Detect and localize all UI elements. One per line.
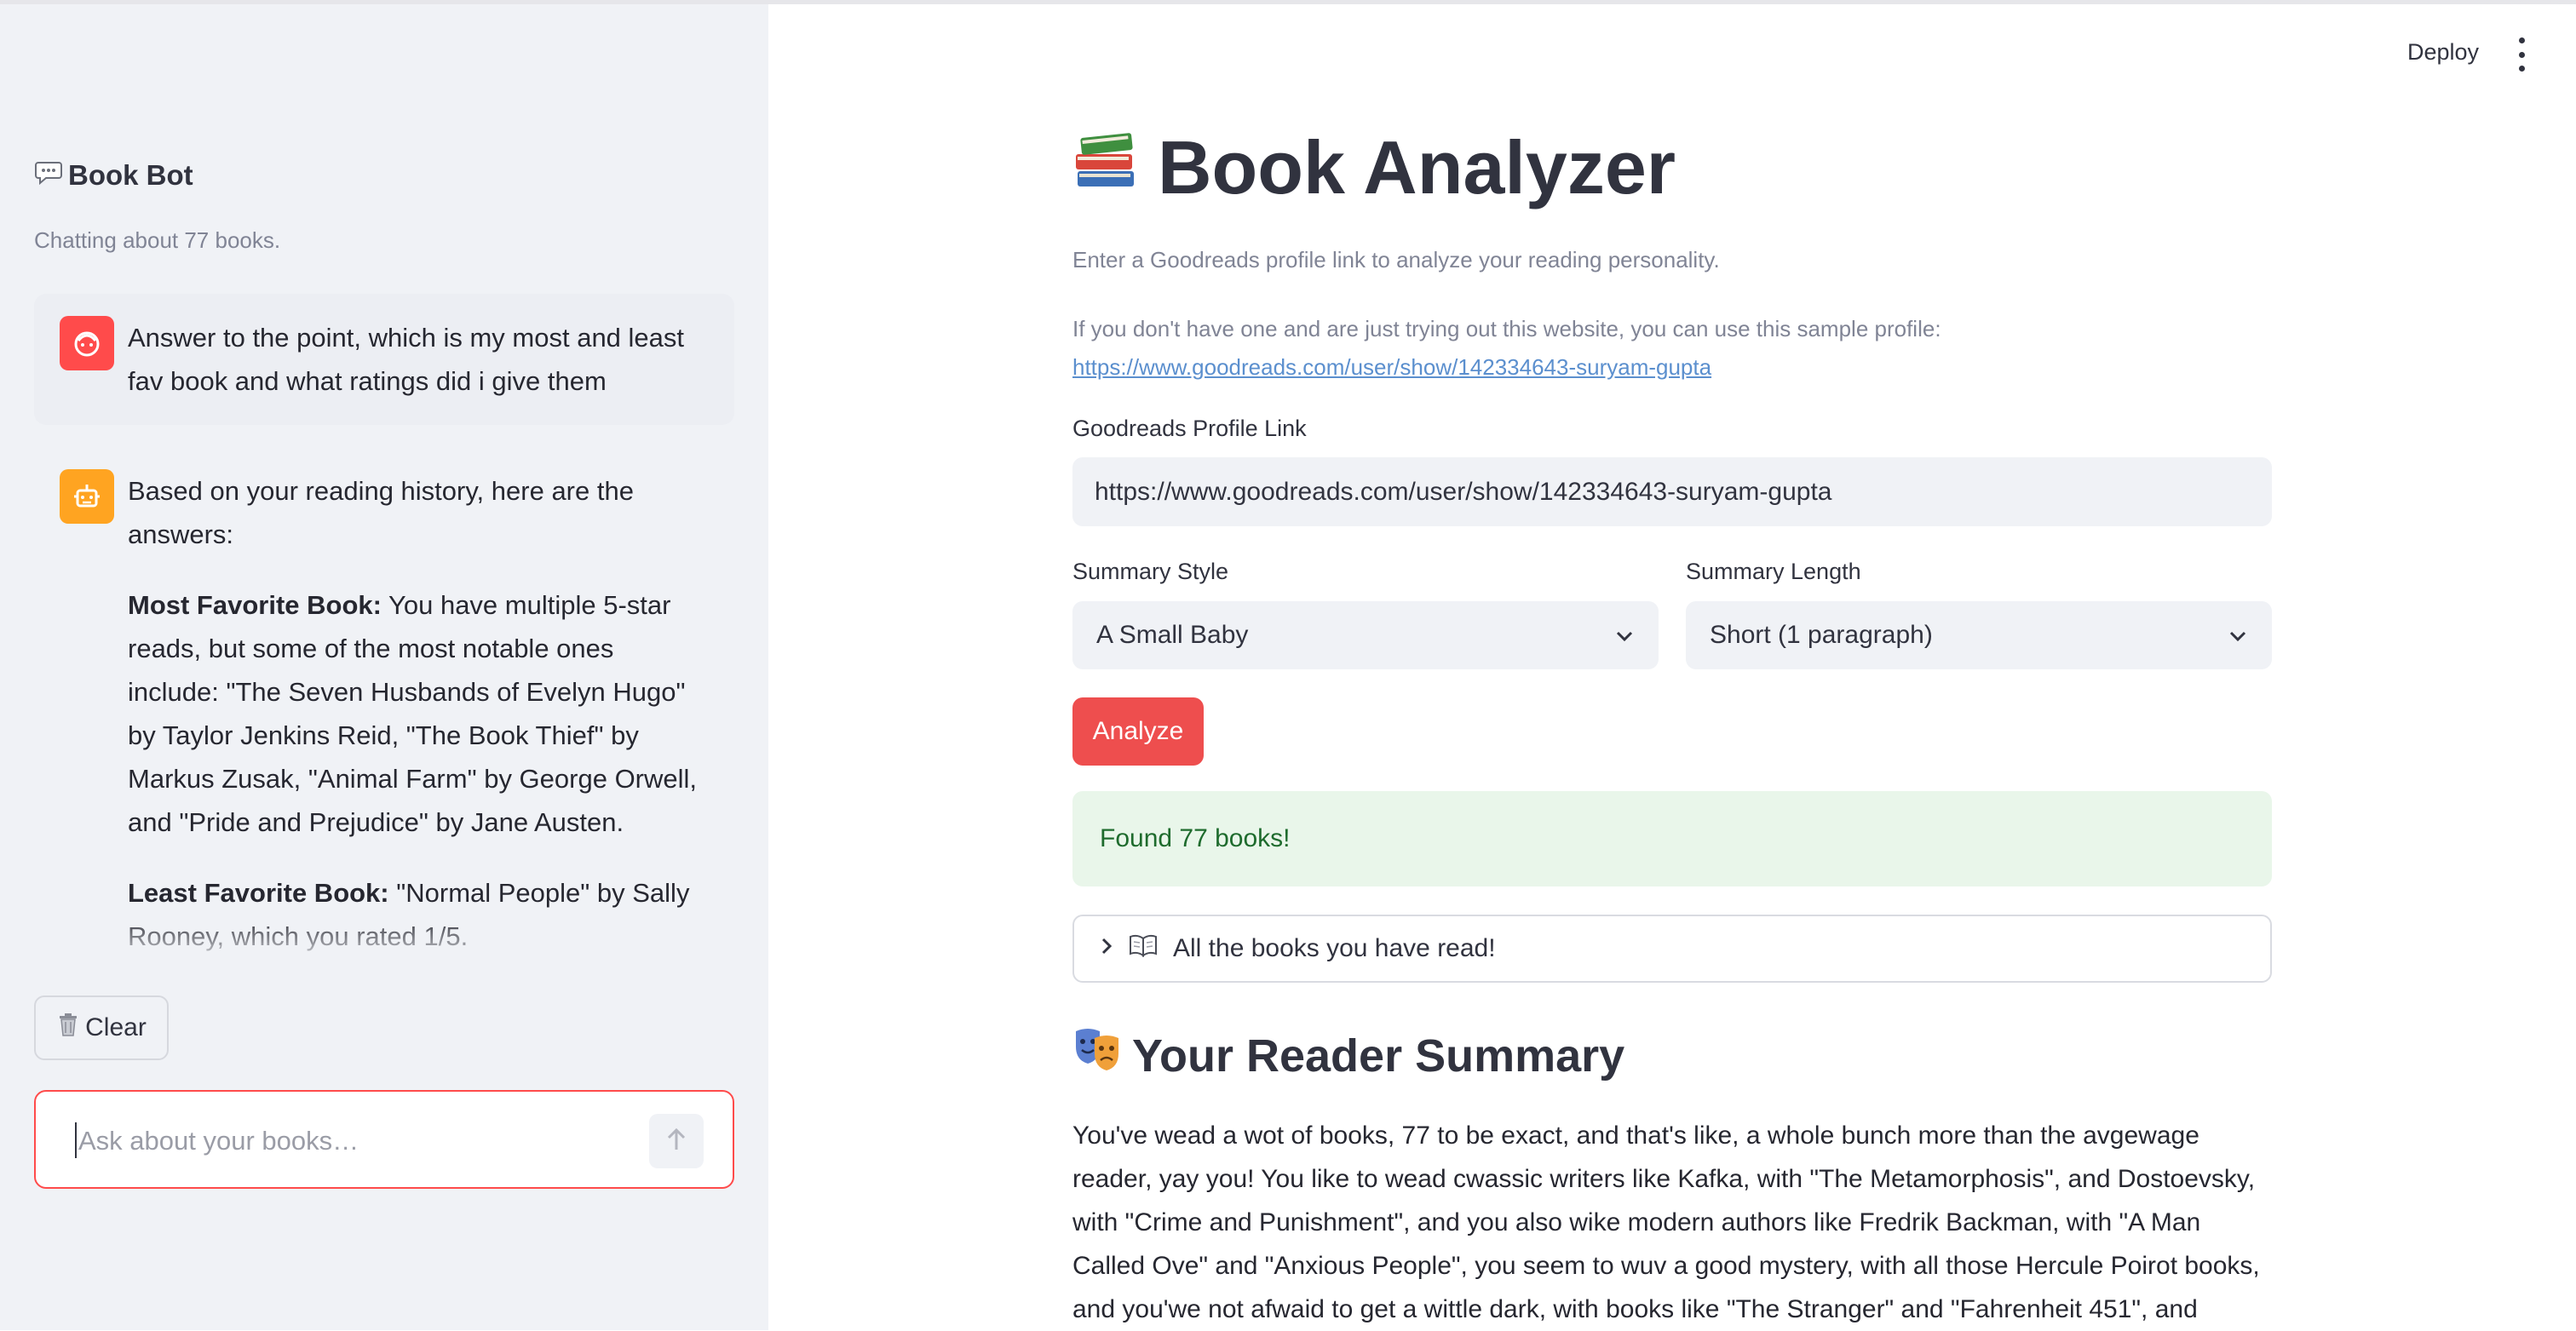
sidebar-title: Book Bot (34, 158, 193, 193)
sample-profile-caption: If you don't have one and are just tryin… (1072, 316, 1941, 341)
summary-style-select[interactable]: A Small Baby (1072, 601, 1659, 669)
speech-bubble-icon (34, 158, 63, 193)
sidebar: Book Bot Chatting about 77 books. Answer… (0, 4, 768, 1330)
sidebar-title-text: Book Bot (68, 159, 193, 191)
most-favorite-label: Most Favorite Book: (128, 590, 382, 620)
least-favorite-label: Least Favorite Book: (128, 878, 389, 908)
books-icon (1072, 124, 1141, 211)
open-book-icon (1129, 933, 1158, 964)
profile-link-input[interactable]: https://www.goodreads.com/user/show/1423… (1072, 457, 2272, 526)
summary-length-value: Short (1 paragraph) (1710, 621, 1933, 649)
assistant-message-text: Based on your reading history, here are … (128, 469, 709, 967)
page-title-text: Book Analyzer (1158, 125, 1676, 209)
summary-style-value: A Small Baby (1096, 621, 1249, 649)
most-favorite-text: You have multiple 5-star reads, but some… (128, 590, 698, 837)
deploy-button[interactable]: Deploy (2407, 39, 2479, 66)
reader-summary-text: You've wead a wot of books, 77 to be exa… (1072, 1122, 2260, 1323)
sample-profile-link[interactable]: https://www.goodreads.com/user/show/1423… (1072, 354, 1711, 380)
clear-button-label: Clear (85, 1013, 147, 1041)
profile-link-label: Goodreads Profile Link (1072, 416, 1307, 441)
theater-masks-icon (1072, 1026, 1124, 1085)
chevron-right-icon (1100, 934, 1113, 963)
summary-length-select[interactable]: Short (1 paragraph) (1686, 601, 2272, 669)
robot-icon (60, 469, 114, 524)
assistant-most-favorite: Most Favorite Book: You have multiple 5-… (128, 583, 709, 844)
trash-can-icon (56, 1012, 80, 1044)
analyze-button[interactable]: Analyze (1072, 697, 1204, 766)
sample-profile-text: If you don't have one and are just tryin… (1072, 310, 1941, 387)
user-face-icon (60, 316, 114, 370)
reader-summary-title: Your Reader Summary (1072, 1026, 1624, 1085)
clear-button[interactable]: Clear (34, 995, 169, 1060)
chat-message-assistant: Based on your reading history, here are … (34, 447, 734, 967)
user-message-text: Answer to the point, which is my most an… (128, 323, 685, 396)
more-menu-icon[interactable] (2513, 37, 2530, 72)
assistant-intro: Based on your reading history, here are … (128, 476, 634, 549)
page-title: Book Analyzer (1072, 124, 1676, 211)
reader-summary-title-text: Your Reader Summary (1132, 1030, 1625, 1081)
chevron-down-icon (2228, 621, 2248, 650)
summary-length-label: Summary Length (1686, 559, 1861, 584)
arrow-up-icon (665, 1127, 687, 1156)
chat-fade (34, 915, 734, 967)
sidebar-subtitle: Chatting about 77 books. (34, 227, 281, 253)
chat-input-box[interactable] (34, 1090, 734, 1189)
chat-message-user: Answer to the point, which is my most an… (34, 294, 734, 425)
summary-style-label: Summary Style (1072, 559, 1229, 584)
intro-text: Enter a Goodreads profile link to analyz… (1072, 247, 1720, 273)
chat-input[interactable] (77, 1119, 659, 1163)
books-read-expander-label: All the books you have read! (1173, 934, 1496, 962)
send-button[interactable] (649, 1114, 704, 1168)
books-read-expander[interactable]: All the books you have read! (1072, 915, 2272, 983)
chevron-down-icon (1614, 621, 1635, 650)
chat-history[interactable]: Answer to the point, which is my most an… (34, 294, 734, 967)
success-alert: Found 77 books! (1072, 791, 2272, 886)
